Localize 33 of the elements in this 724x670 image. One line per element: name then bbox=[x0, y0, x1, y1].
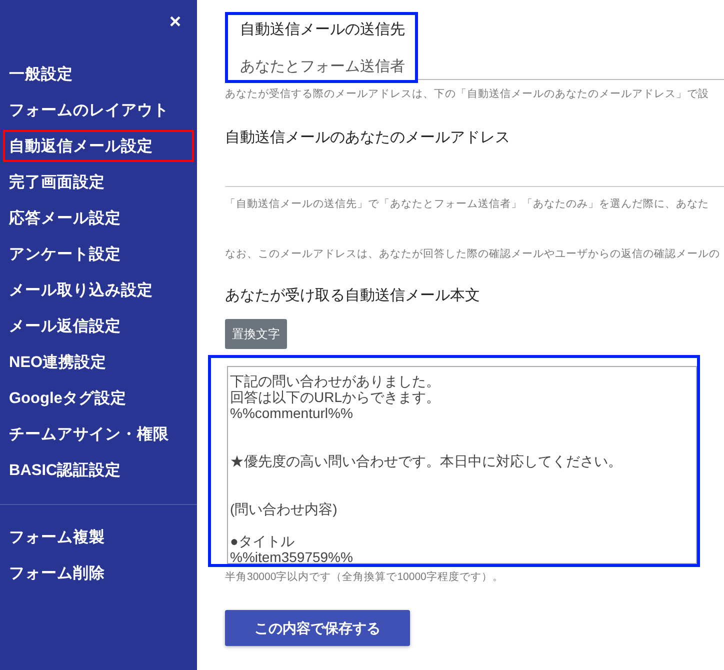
body-text-line: 下記の問い合わせがありました。 bbox=[230, 373, 441, 390]
sidebar-item[interactable]: フォーム複製 bbox=[3, 521, 194, 553]
sidebar-item[interactable]: チームアサイン・権限 bbox=[3, 418, 194, 450]
body-text-line: (問い合わせ内容) bbox=[230, 501, 338, 518]
hint-text: 「自動送信メールの送信先」で「あなたとフォーム送信者」「あなたのみ」を選んだ際に、あなた bbox=[225, 197, 710, 212]
body-text-line: %%item359759%% bbox=[230, 549, 354, 566]
field-label: 自動送信メールのあなたのメールアドレス bbox=[225, 128, 511, 148]
body-text-line: 回答は以下のURLからできます。 bbox=[230, 389, 442, 406]
sidebar-item[interactable]: 完了画面設定 bbox=[3, 166, 194, 198]
sidebar-item[interactable]: 一般設定 bbox=[3, 58, 194, 90]
hint-text: あなたが受信する際のメールアドレスは、下の「自動送信メールのあなたのメールアドレス」で設 bbox=[225, 87, 710, 102]
sidebar-item[interactable]: BASIC認証設定 bbox=[3, 454, 194, 486]
sidebar-item[interactable]: 自動返信メール設定 bbox=[3, 130, 194, 162]
sidebar-item[interactable]: NEO連携設定 bbox=[3, 346, 194, 378]
save-button[interactable]: この内容で保存する bbox=[225, 610, 410, 646]
close-button[interactable]: × bbox=[167, 10, 183, 34]
sidebar-item[interactable]: フォーム削除 bbox=[3, 557, 194, 589]
sidebar-item[interactable]: メール返信設定 bbox=[3, 310, 194, 342]
field-label: 自動送信メールの送信先 bbox=[240, 20, 405, 40]
sidebar-item[interactable]: Googleタグ設定 bbox=[3, 382, 194, 414]
sidebar-item[interactable]: メール取り込み設定 bbox=[3, 274, 194, 306]
body-text-line: ★優先度の高い問い合わせです。本日中に対応してください。 bbox=[230, 453, 623, 470]
body-text-line: ●タイトル bbox=[230, 533, 296, 550]
field-label: あなたが受け取る自動送信メール本文 bbox=[225, 286, 481, 306]
hint-text: なお、このメールアドレスは、あなたが回答した際の確認メールやユーザからの返信の確認メールの bbox=[225, 247, 721, 262]
sidebar-item[interactable]: アンケート設定 bbox=[3, 238, 194, 270]
hint-text: 半角30000字以内です（全角換算で10000字程度です）。 bbox=[225, 570, 504, 586]
sidebar-item[interactable]: 応答メール設定 bbox=[3, 202, 194, 234]
sidebar-item[interactable]: フォームのレイアウト bbox=[3, 94, 194, 126]
body-text-line: %%commenturl%% bbox=[230, 405, 354, 422]
select-field[interactable]: あなたとフォーム送信者 bbox=[240, 56, 405, 78]
message-body-field[interactable]: 下記の問い合わせがありました。 回答は以下のURLからできます。 %%commenturl%% ★優先度の高い問い合わせです。本日中に対応してください。 (問い合わせ内容) ●タイトル %%item359759%% bbox=[227, 366, 697, 564]
replace-text-button[interactable]: 置換文字 bbox=[225, 319, 287, 350]
